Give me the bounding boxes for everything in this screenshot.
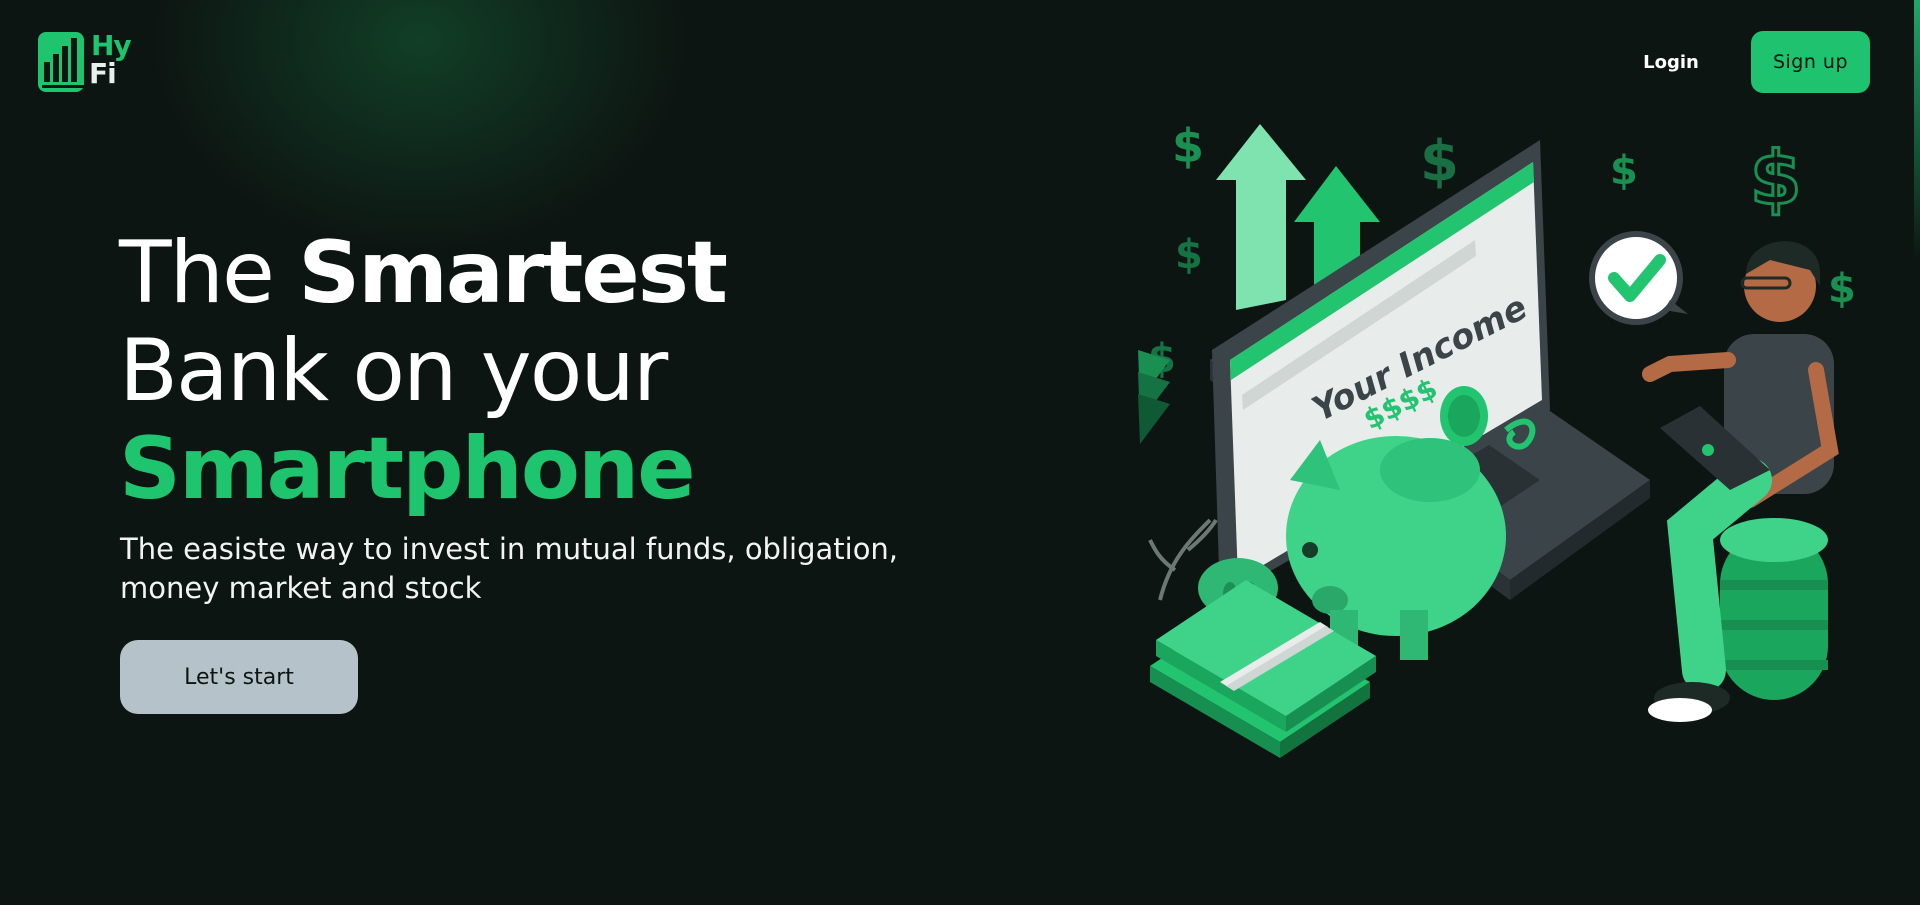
- hero-title-line-2: Bank on your: [119, 321, 668, 421]
- savings-illustration: $ $ $ $ $ $ $ Your Income $$$$: [1138, 119, 1856, 758]
- dollar-sign-outline-icon: $: [1750, 136, 1802, 222]
- hero-title: The Smartest Bank on your Smartphone: [119, 224, 879, 518]
- hero-title-line-3: Smartphone: [119, 419, 696, 519]
- dollar-sign-icon: $: [1420, 129, 1459, 194]
- hero-title-word-the: The: [119, 223, 275, 323]
- login-link[interactable]: Login: [1630, 44, 1712, 80]
- dollar-sign-icon: $: [1172, 119, 1204, 173]
- bar-chart-icon: [38, 32, 84, 92]
- logo-text-top: Hy: [91, 29, 132, 62]
- hero-title-line-1: The Smartest: [119, 224, 879, 322]
- hero-title-word-smartest: Smartest: [298, 223, 728, 323]
- edge-accent-decoration: [1914, 0, 1920, 260]
- landing-page: Hy Fi Login Sign up The Smartest Bank on…: [0, 0, 1920, 905]
- dollar-sign-icon: $: [1828, 266, 1856, 312]
- plant-icon: [1138, 394, 1170, 444]
- logo-text-bottom: Fi: [89, 57, 117, 90]
- hero-subtitle: The easiste way to invest in mutual fund…: [120, 532, 899, 605]
- brand-logo[interactable]: Hy Fi: [38, 28, 144, 94]
- signup-button[interactable]: Sign up: [1751, 31, 1870, 93]
- dollar-sign-icon: $: [1610, 148, 1638, 194]
- dollar-sign-icon: $: [1175, 232, 1203, 278]
- lets-start-button[interactable]: Let's start: [120, 640, 358, 714]
- growth-arrow-icon: [1216, 124, 1306, 310]
